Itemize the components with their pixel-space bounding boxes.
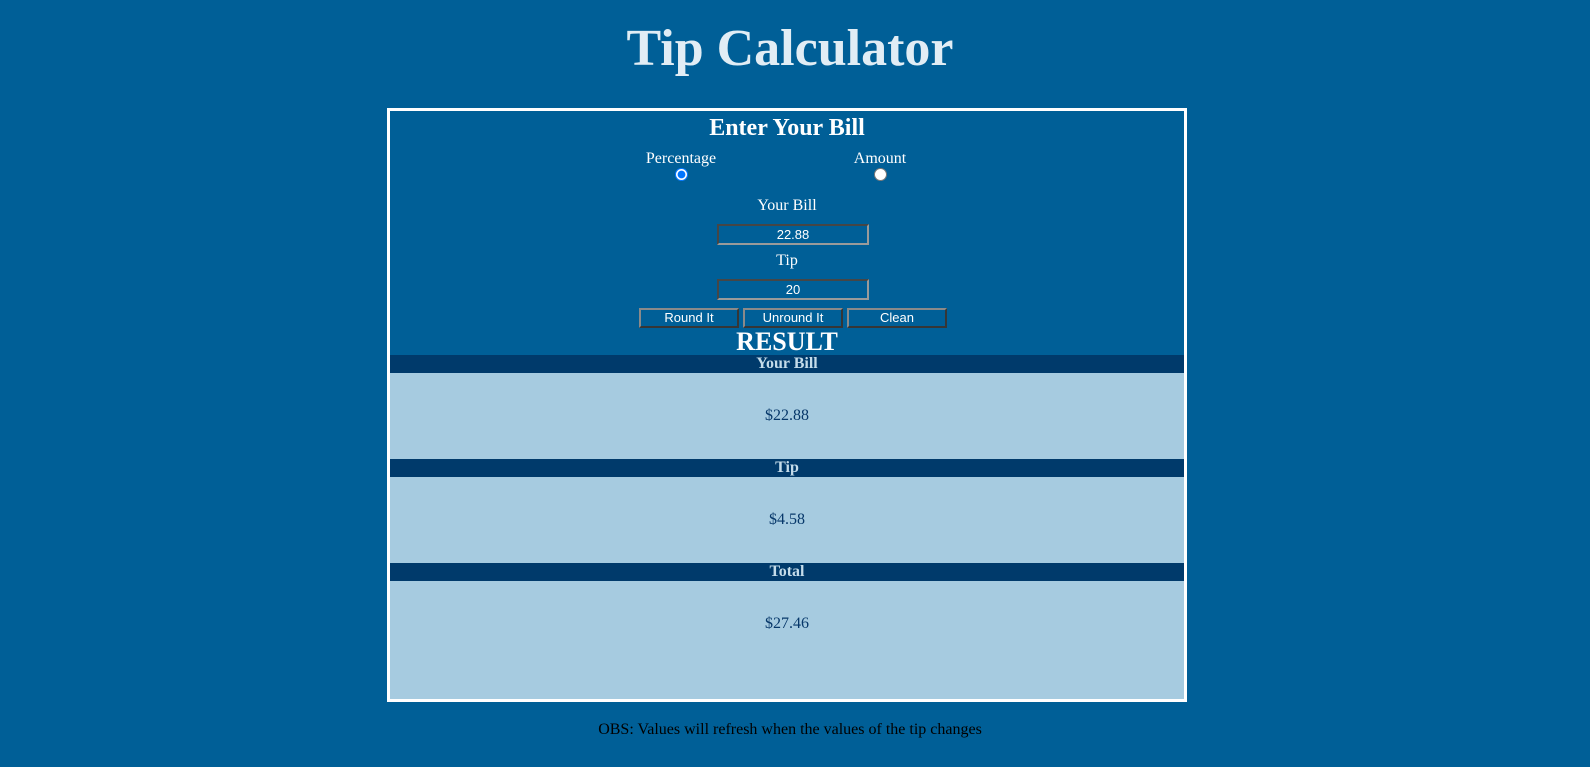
result-total-header: Total [390,563,1184,581]
round-it-button[interactable]: Round It [639,308,739,328]
unround-it-button[interactable]: Unround It [743,308,843,328]
result-bill-value: $22.88 [765,407,809,424]
tip-label: Tip [776,252,798,269]
result-bill-header: Your Bill [390,355,1184,373]
amount-radio[interactable] [873,168,887,181]
page-title: Tip Calculator [626,20,954,77]
amount-label: Amount [853,150,907,167]
result-heading: RESULT [736,327,838,356]
refresh-note: OBS: Values will refresh when the values… [598,721,982,738]
bill-label: Your Bill [757,197,817,214]
form-heading: Enter Your Bill [709,115,865,141]
percentage-option: Percentage [621,150,741,181]
tip-input[interactable] [717,279,869,300]
result-total-value: $27.46 [765,615,809,632]
clean-button[interactable]: Clean [847,308,947,328]
result-tip-value: $4.58 [769,511,805,528]
result-tip-header: Tip [390,459,1184,477]
calculator-panel: Enter Your Bill Percentage Amount Your B… [387,108,1187,702]
percentage-label: Percentage [645,150,717,167]
amount-option: Amount [820,150,940,181]
bill-input[interactable] [717,224,869,245]
result-table: Your Bill $22.88 Tip $4.58 Total $27.46 [390,355,1184,699]
percentage-radio[interactable] [674,168,688,181]
